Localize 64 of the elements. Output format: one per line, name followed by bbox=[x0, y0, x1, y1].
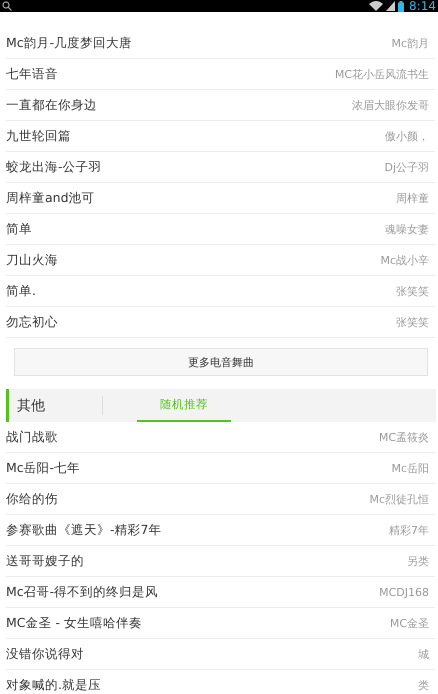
song-row[interactable]: 一直都在你身边 浓眉大眼你发哥 bbox=[6, 90, 435, 121]
song-title: 简单 bbox=[6, 220, 32, 238]
song-row[interactable]: 勿忘初心 张笑笑 bbox=[6, 307, 435, 338]
song-row[interactable]: 刀山火海 Mc战小辛 bbox=[6, 245, 435, 276]
song-row[interactable]: 简单. 张笑笑 bbox=[6, 276, 435, 307]
song-row[interactable]: 简单 魂噪女妻 bbox=[6, 214, 435, 245]
song-artist: 城 bbox=[418, 646, 429, 662]
wifi-icon bbox=[369, 1, 384, 11]
song-row[interactable]: 蛟龙出海-公子羽 Dj公子羽 bbox=[6, 152, 435, 183]
song-row[interactable]: 参赛歌曲《遮天》-精彩7年 精彩7年 bbox=[6, 515, 435, 546]
song-row[interactable]: 战门战歌 MC孟筱炎 bbox=[6, 422, 435, 453]
song-row[interactable]: MC金圣 - 女生嘻哈伴奏 MC金圣 bbox=[6, 608, 435, 639]
song-artist: 傲小颜， bbox=[385, 128, 429, 144]
song-title: 送哥哥嫂子的 bbox=[6, 552, 84, 570]
search-icon[interactable] bbox=[2, 1, 12, 11]
song-artist: 精彩7年 bbox=[389, 522, 429, 538]
song-row[interactable]: 周梓童and池可 周梓童 bbox=[6, 183, 435, 214]
signal-icon bbox=[386, 1, 396, 11]
song-artist: Mc战小辛 bbox=[380, 252, 429, 268]
battery-icon bbox=[398, 0, 404, 12]
song-title: 蛟龙出海-公子羽 bbox=[6, 158, 102, 176]
song-artist: 张笑笑 bbox=[396, 284, 429, 298]
song-title: 一直都在你身边 bbox=[6, 96, 97, 114]
song-title: 简单. bbox=[6, 282, 36, 300]
song-artist: MCDJ168 bbox=[379, 586, 429, 598]
song-title: 战门战歌 bbox=[6, 428, 58, 446]
song-artist: MC孟筱炎 bbox=[378, 430, 429, 444]
song-artist: Mc烈徒孔恒 bbox=[369, 492, 429, 506]
song-title: 没错你说得对 bbox=[6, 646, 84, 662]
song-artist: Mc韵月 bbox=[391, 36, 429, 50]
clock-time: 8:14 bbox=[409, 0, 436, 12]
song-title: MC金圣 - 女生嘻哈伴奏 bbox=[6, 614, 142, 632]
song-artist: MC金圣 bbox=[390, 616, 429, 630]
song-title: 周梓童and池可 bbox=[6, 190, 95, 206]
song-artist: Dj公子羽 bbox=[384, 160, 429, 174]
song-row[interactable]: 你给的伤 Mc烈徒孔恒 bbox=[6, 484, 435, 515]
song-artist: 张笑笑 bbox=[396, 314, 429, 330]
song-row[interactable]: 没错你说得对 城 bbox=[6, 639, 435, 670]
more-button[interactable]: 更多电音舞曲 bbox=[14, 348, 428, 376]
song-title: 你给的伤 bbox=[6, 490, 58, 508]
song-title: Mc岳阳-七年 bbox=[6, 460, 80, 476]
song-row[interactable]: 九世轮回篇 傲小颜， bbox=[6, 121, 435, 152]
song-artist: 魂噪女妻 bbox=[385, 222, 429, 236]
song-artist: 另类 bbox=[407, 554, 429, 568]
song-row[interactable]: 对象喊的.就是压 类 bbox=[6, 670, 435, 694]
song-artist: 浓眉大眼你发哥 bbox=[352, 98, 429, 112]
song-artist: 周梓童 bbox=[396, 190, 429, 206]
song-row[interactable]: 送哥哥嫂子的 另类 bbox=[6, 546, 435, 577]
song-row[interactable]: Mc韵月-几度梦回大唐 Mc韵月 bbox=[6, 28, 435, 59]
song-title: Mc韵月-几度梦回大唐 bbox=[6, 34, 132, 52]
song-row[interactable]: Mc岳阳-七年 Mc岳阳 bbox=[6, 453, 435, 484]
song-title: 七年语音 bbox=[6, 66, 58, 82]
song-row[interactable]: Mc召哥-得不到的终归是风 MCDJ168 bbox=[6, 577, 435, 608]
song-artist: Mc岳阳 bbox=[391, 460, 429, 476]
song-title: 勿忘初心 bbox=[6, 314, 58, 330]
section-title: 其他 bbox=[9, 396, 103, 415]
song-title: 刀山火海 bbox=[6, 252, 58, 268]
song-artist: 类 bbox=[418, 678, 429, 692]
song-title: 九世轮回篇 bbox=[6, 128, 71, 144]
song-title: 对象喊的.就是压 bbox=[6, 676, 101, 694]
song-artist: MC花小岳风流书生 bbox=[334, 66, 429, 82]
song-title: Mc召哥-得不到的终归是风 bbox=[6, 584, 158, 600]
song-title: 参赛歌曲《遮天》-精彩7年 bbox=[6, 522, 162, 538]
song-row[interactable]: 七年语音 MC花小岳风流书生 bbox=[6, 59, 435, 90]
